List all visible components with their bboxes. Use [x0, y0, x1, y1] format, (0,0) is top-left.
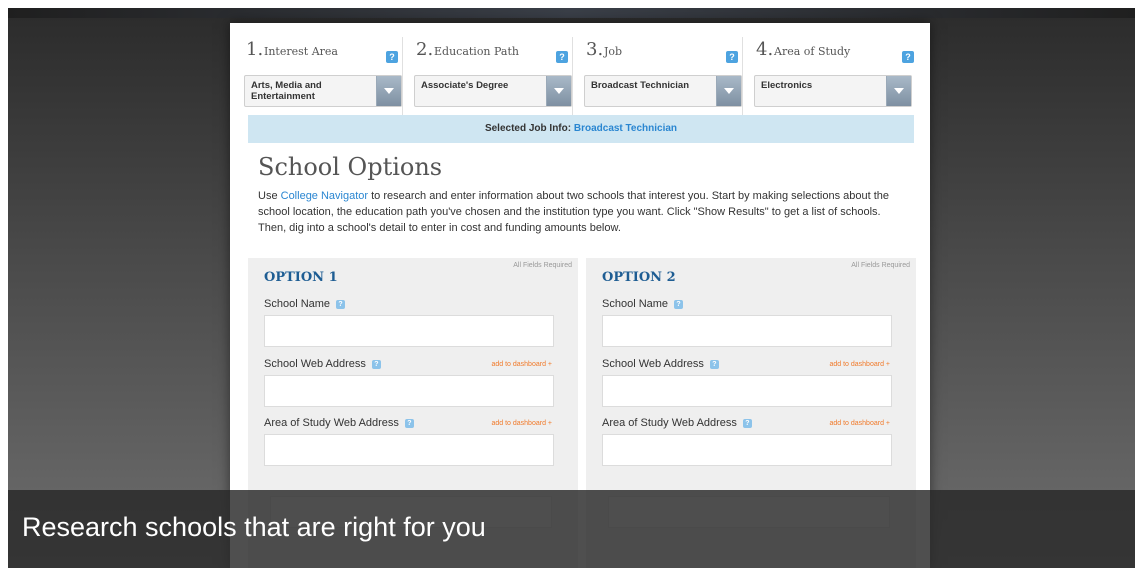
chevron-down-icon[interactable] — [886, 76, 911, 106]
help-icon[interactable]: ? — [404, 419, 414, 428]
school-name-label: School Name? — [264, 298, 346, 310]
area-of-study-web-address-input[interactable] — [602, 434, 892, 466]
school-web-address-label: School Web Address? — [264, 358, 381, 370]
area-of-study-dropdown[interactable]: Electronics — [754, 75, 912, 107]
area-of-study-web-address-label: Area of Study Web Address? — [264, 417, 414, 429]
step-job: 3. Job ? Broadcast Technician — [580, 37, 743, 117]
step-label: Interest Area — [264, 45, 338, 58]
help-icon[interactable]: ? — [726, 51, 738, 63]
option-title: OPTION 1 — [264, 270, 338, 285]
school-web-address-input[interactable] — [264, 375, 554, 407]
video-caption: Research schools that are right for you — [22, 512, 486, 542]
area-of-study-web-address-label: Area of Study Web Address? — [602, 417, 752, 429]
school-name-label: School Name? — [602, 298, 684, 310]
step-label: Area of Study — [774, 45, 851, 58]
help-icon[interactable]: ? — [902, 51, 914, 63]
add-to-dashboard-link[interactable]: add to dashboard + — [829, 361, 890, 368]
step-interest-area: 1. Interest Area ? Arts, Media and Enter… — [240, 37, 403, 117]
step-area-of-study: 4. Area of Study ? Electronics — [750, 37, 914, 117]
step-label: Education Path — [434, 45, 519, 58]
step-number: 3. — [586, 39, 604, 60]
dropdown-value: Associate's Degree — [421, 80, 509, 91]
required-note: All Fields Required — [851, 262, 910, 269]
area-of-study-web-address-input[interactable] — [264, 434, 554, 466]
page-title: School Options — [258, 153, 443, 181]
dropdown-value: Arts, Media and Entertainment — [251, 80, 322, 102]
chevron-down-icon[interactable] — [716, 76, 741, 106]
job-dropdown[interactable]: Broadcast Technician — [584, 75, 742, 107]
dropdown-value: Broadcast Technician — [591, 80, 690, 91]
help-icon[interactable]: ? — [709, 360, 719, 369]
job-info-link[interactable]: Broadcast Technician — [574, 123, 677, 134]
school-web-address-label: School Web Address? — [602, 358, 719, 370]
video-top-edge — [8, 8, 1135, 18]
help-icon[interactable]: ? — [336, 300, 346, 309]
add-to-dashboard-link[interactable]: add to dashboard + — [491, 420, 552, 427]
chevron-down-icon[interactable] — [546, 76, 571, 106]
video-caption-bar: Research schools that are right for you — [8, 490, 1135, 568]
embedded-webpage: 1. Interest Area ? Arts, Media and Enter… — [230, 23, 930, 568]
help-icon[interactable]: ? — [674, 300, 684, 309]
selected-job-info-bar: Selected Job Info: Broadcast Technician — [248, 115, 914, 143]
help-icon[interactable]: ? — [386, 51, 398, 63]
help-icon[interactable]: ? — [742, 419, 752, 428]
college-navigator-link[interactable]: College Navigator — [281, 190, 368, 202]
help-icon[interactable]: ? — [371, 360, 381, 369]
step-education-path: 2. Education Path ? Associate's Degree — [410, 37, 573, 117]
add-to-dashboard-link[interactable]: add to dashboard + — [829, 420, 890, 427]
chevron-down-icon[interactable] — [376, 76, 401, 106]
step-number: 2. — [416, 39, 434, 60]
interest-area-dropdown[interactable]: Arts, Media and Entertainment — [244, 75, 402, 107]
add-to-dashboard-link[interactable]: add to dashboard + — [491, 361, 552, 368]
option-title: OPTION 2 — [602, 270, 676, 285]
education-path-dropdown[interactable]: Associate's Degree — [414, 75, 572, 107]
job-info-label: Selected Job Info: — [484, 123, 572, 134]
intro-prefix: Use — [258, 190, 281, 202]
video-frame: 1. Interest Area ? Arts, Media and Enter… — [8, 8, 1135, 568]
step-selector-row: 1. Interest Area ? Arts, Media and Enter… — [240, 37, 920, 117]
required-note: All Fields Required — [513, 262, 572, 269]
dropdown-value: Electronics — [761, 80, 813, 91]
step-number: 1. — [246, 39, 264, 60]
school-web-address-input[interactable] — [602, 375, 892, 407]
school-name-input[interactable] — [264, 315, 554, 347]
step-number: 4. — [756, 39, 774, 60]
help-icon[interactable]: ? — [556, 51, 568, 63]
school-name-input[interactable] — [602, 315, 892, 347]
intro-paragraph: Use College Navigator to research and en… — [258, 188, 904, 236]
step-label: Job — [604, 45, 623, 58]
